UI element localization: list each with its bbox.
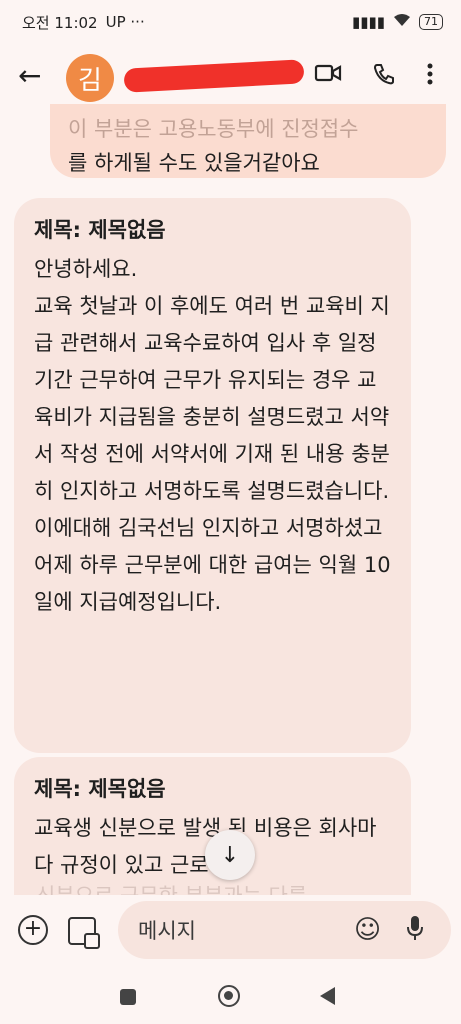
system-navigation-bar xyxy=(0,965,461,1024)
arrow-down-icon: ↓ xyxy=(220,842,240,868)
message-input-container: ☺ xyxy=(118,901,451,961)
clock: 오전 11:02 xyxy=(22,13,98,32)
incoming-message-bubble[interactable]: 제목: 제목없음 안녕하세요. 교육 첫날과 이 후에도 여러 번 교육비 지급… xyxy=(14,198,411,753)
emoji-icon[interactable]: ☺ xyxy=(354,915,381,945)
avatar-letter: 김 xyxy=(78,65,102,96)
back-arrow-icon[interactable]: ← xyxy=(18,62,41,90)
phone-icon[interactable] xyxy=(372,62,396,92)
outgoing-last-line: 를 하게될 수도 있을거같아요 xyxy=(68,151,320,175)
nav-back-icon[interactable] xyxy=(320,987,335,1005)
incoming-message-bubble[interactable]: 제목: 제목없음 교육생 신분으로 발생 된 비용은 회사마다 규정이 있고 근… xyxy=(14,757,411,897)
outgoing-faded-line: 이 부분은 고용노동부에 진정접수 xyxy=(68,117,359,141)
microphone-icon[interactable] xyxy=(406,915,424,947)
contact-name-redacted[interactable]: 김 xyxy=(123,59,305,93)
signal-icon: ▮▮▮▮ xyxy=(351,13,385,31)
compose-bar: + ☺ xyxy=(0,895,461,965)
more-vertical-icon[interactable] xyxy=(426,62,434,92)
outgoing-message-bubble[interactable]: 이 부분은 고용노동부에 진정접수 를 하게될 수도 있을거같아요 xyxy=(50,104,446,178)
battery-indicator: 71 xyxy=(419,14,443,30)
gallery-icon[interactable] xyxy=(68,917,100,949)
message-input[interactable] xyxy=(136,901,350,961)
add-attachment-icon[interactable]: + xyxy=(18,915,48,945)
message-subject: 제목: 제목없음 xyxy=(34,777,166,801)
scroll-to-bottom-button[interactable]: ↓ xyxy=(205,830,255,880)
wifi-icon xyxy=(393,13,411,31)
home-icon[interactable] xyxy=(218,985,240,1007)
conversation-header: ← 김 김 xyxy=(0,48,461,108)
message-body: 안녕하세요. 교육 첫날과 이 후에도 여러 번 교육비 지급 관련해서 교육수… xyxy=(34,257,391,614)
recent-apps-icon[interactable] xyxy=(120,989,136,1005)
video-call-icon[interactable] xyxy=(314,62,342,90)
notification-icons: UP ··· xyxy=(105,13,145,31)
avatar[interactable]: 김 xyxy=(66,54,114,102)
message-subject: 제목: 제목없음 xyxy=(34,218,166,242)
status-bar: 오전 11:02 UP ··· ▮▮▮▮ 71 xyxy=(0,0,461,44)
